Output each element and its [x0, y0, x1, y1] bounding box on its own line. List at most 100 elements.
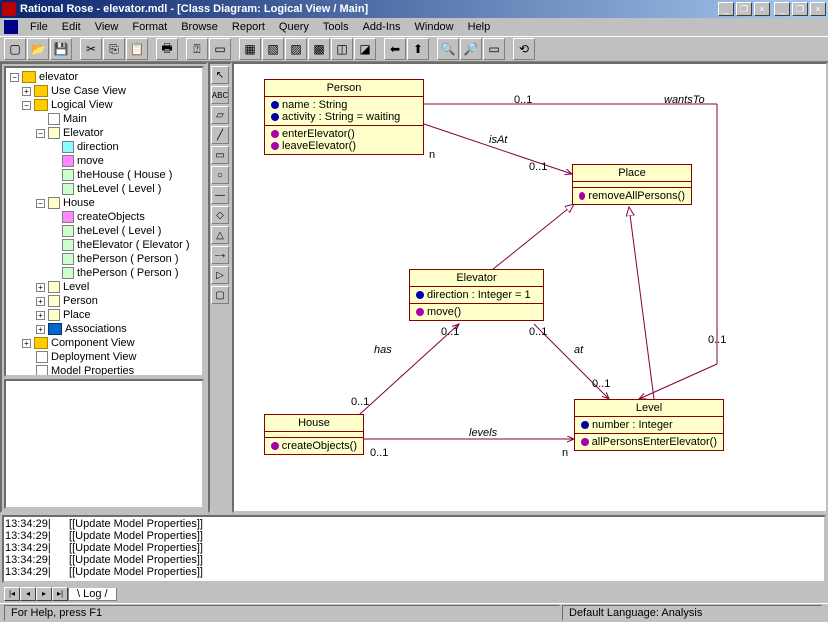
window-button[interactable]: ▭: [209, 38, 231, 60]
diagram-canvas[interactable]: Person name : String activity : String =…: [232, 62, 828, 513]
gen-tool[interactable]: △: [211, 226, 229, 244]
documentation-box[interactable]: [4, 379, 204, 509]
menu-window[interactable]: Window: [409, 20, 460, 34]
tree-associations[interactable]: +Associations: [8, 322, 200, 336]
tree-direction[interactable]: direction: [8, 140, 200, 154]
class-place[interactable]: Place removeAllPersons(): [572, 164, 692, 205]
mult-level-01b: 0..1: [708, 334, 726, 346]
tree-person[interactable]: +Person: [8, 294, 200, 308]
undo-button[interactable]: ⟲: [513, 38, 535, 60]
menu-view[interactable]: View: [89, 20, 125, 34]
menu-help[interactable]: Help: [462, 20, 497, 34]
menu-query[interactable]: Query: [273, 20, 315, 34]
realize-tool[interactable]: ▷: [211, 266, 229, 284]
tree-house[interactable]: −House: [8, 196, 200, 210]
tree-model-properties[interactable]: Model Properties: [8, 364, 200, 377]
log-prev-button[interactable]: ◂: [20, 587, 36, 601]
zoom-out-button[interactable]: 🔎: [460, 38, 482, 60]
tree-component-view[interactable]: +Component View: [8, 336, 200, 350]
browse-interaction-button[interactable]: ◪: [354, 38, 376, 60]
anchor-tool[interactable]: ╱: [211, 126, 229, 144]
tree-level[interactable]: +Level: [8, 280, 200, 294]
person-attr-activity: activity : String = waiting: [282, 111, 400, 123]
mult-house-01b: 0..1: [441, 326, 459, 338]
log-last-button[interactable]: ▸|: [52, 587, 68, 601]
status-help: For Help, press F1: [4, 605, 560, 621]
menu-addins[interactable]: Add-Ins: [357, 20, 407, 34]
browse-state-button[interactable]: ◫: [331, 38, 353, 60]
zoom-in-button[interactable]: 🔍: [437, 38, 459, 60]
tree-root[interactable]: −elevator: [8, 70, 200, 84]
save-button[interactable]: 💾: [50, 38, 72, 60]
assoc-wantsto: wantsTo: [664, 94, 705, 106]
aggr-tool[interactable]: ◇: [211, 206, 229, 224]
class-level[interactable]: Level number : Integer allPersonsEnterEl…: [574, 399, 724, 451]
tree-main[interactable]: Main: [8, 112, 200, 126]
tree-elevator[interactable]: −Elevator: [8, 126, 200, 140]
cut-button[interactable]: ✂: [80, 38, 102, 60]
tree-place[interactable]: +Place: [8, 308, 200, 322]
class-place-name: Place: [573, 165, 691, 182]
class-elevator[interactable]: Elevator direction : Integer = 1 move(): [409, 269, 544, 321]
tree-thelevel[interactable]: theLevel ( Level ): [8, 182, 200, 196]
minimize-inner-button[interactable]: _: [718, 2, 734, 16]
print-button[interactable]: 🖶: [156, 38, 178, 60]
next-button[interactable]: ⬆: [407, 38, 429, 60]
menu-tools[interactable]: Tools: [317, 20, 355, 34]
person-op-leave: leaveElevator(): [282, 140, 356, 152]
level-op-enter: allPersonsEnterElevator(): [592, 436, 717, 448]
browse-usecase-button[interactable]: ▧: [262, 38, 284, 60]
log-next-button[interactable]: ▸: [36, 587, 52, 601]
menu-format[interactable]: Format: [126, 20, 173, 34]
tree-house-elevator[interactable]: theElevator ( Elevator ): [8, 238, 200, 252]
select-tool[interactable]: ↖: [211, 66, 229, 84]
browse-component-button[interactable]: ▨: [285, 38, 307, 60]
tree-house-person2[interactable]: thePerson ( Person ): [8, 266, 200, 280]
tree-thehouse[interactable]: theHouse ( House ): [8, 168, 200, 182]
close-inner-button[interactable]: ×: [754, 2, 770, 16]
tree-house-person1[interactable]: thePerson ( Person ): [8, 252, 200, 266]
assoc-tool[interactable]: —: [211, 186, 229, 204]
model-tree[interactable]: −elevator +Use Case View −Logical View M…: [4, 66, 204, 377]
class-person-name: Person: [265, 80, 423, 97]
elev-op-move: move(): [427, 306, 461, 318]
restore-inner-button[interactable]: ❐: [736, 2, 752, 16]
new-button[interactable]: ▢: [4, 38, 26, 60]
log-tab[interactable]: \ Log /: [68, 588, 117, 601]
text-tool[interactable]: ABC: [211, 86, 229, 104]
open-button[interactable]: 📂: [27, 38, 49, 60]
log-first-button[interactable]: |◂: [4, 587, 20, 601]
tree-house-level[interactable]: theLevel ( Level ): [8, 224, 200, 238]
menu-report[interactable]: Report: [226, 20, 271, 34]
minimize-button[interactable]: _: [774, 2, 790, 16]
tree-logical-view[interactable]: −Logical View: [8, 98, 200, 112]
restore-button[interactable]: ❐: [792, 2, 808, 16]
menu-browse[interactable]: Browse: [175, 20, 224, 34]
close-button[interactable]: ×: [810, 2, 826, 16]
tree-createobjects[interactable]: createObjects: [8, 210, 200, 224]
note-tool[interactable]: ▱: [211, 106, 229, 124]
fit-button[interactable]: ▭: [483, 38, 505, 60]
class-house[interactable]: House createObjects(): [264, 414, 364, 455]
prev-button[interactable]: ⬅: [384, 38, 406, 60]
tree-move[interactable]: move: [8, 154, 200, 168]
browse-deployment-button[interactable]: ▩: [308, 38, 330, 60]
menu-file[interactable]: File: [24, 20, 54, 34]
package-tool[interactable]: ▢: [211, 286, 229, 304]
browse-class-button[interactable]: ▦: [239, 38, 261, 60]
log-panel[interactable]: 13:34:29| [[Update Model Properties]] 13…: [2, 515, 826, 583]
menu-edit[interactable]: Edit: [56, 20, 87, 34]
interface-tool[interactable]: ○: [211, 166, 229, 184]
tree-usecase-view[interactable]: +Use Case View: [8, 84, 200, 98]
house-op-create: createObjects(): [282, 440, 357, 452]
help-button[interactable]: ⍰: [186, 38, 208, 60]
copy-button[interactable]: ⎘: [103, 38, 125, 60]
doc-icon[interactable]: [4, 20, 18, 34]
class-tool[interactable]: ▭: [211, 146, 229, 164]
tree-deployment-view[interactable]: Deployment View: [8, 350, 200, 364]
class-person[interactable]: Person name : String activity : String =…: [264, 79, 424, 155]
dep-tool[interactable]: ⤍: [211, 246, 229, 264]
paste-button[interactable]: 📋: [126, 38, 148, 60]
app-icon: [2, 2, 16, 16]
mult-place-01: 0..1: [529, 161, 547, 173]
